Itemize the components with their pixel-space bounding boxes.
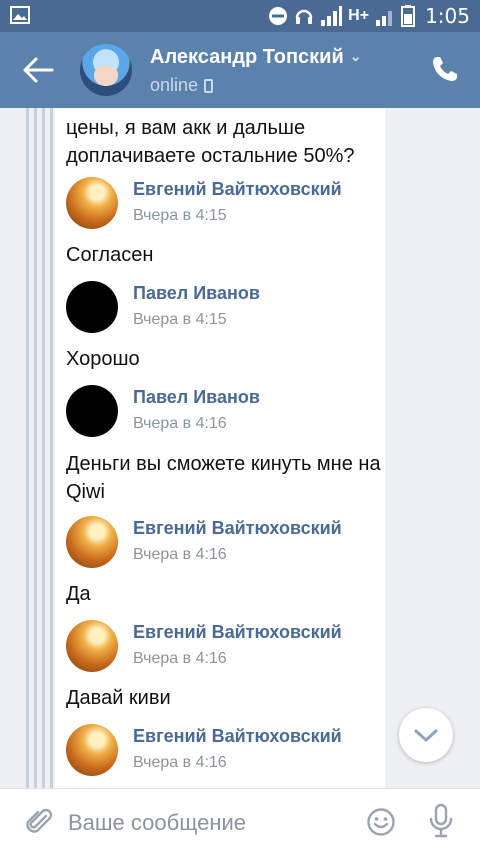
contact-status: online bbox=[150, 75, 199, 95]
message-author[interactable]: Евгений Вайтюховский Вчера в 4:16 bbox=[66, 620, 386, 680]
message-text: Да bbox=[66, 583, 91, 605]
message-time: Вчера в 4:16 bbox=[133, 546, 227, 563]
contact-avatar[interactable] bbox=[80, 44, 132, 96]
message-time: Вчера в 4:15 bbox=[133, 207, 227, 224]
contact-title[interactable]: Александр Топский ⌄ online bbox=[150, 46, 362, 96]
back-arrow-icon[interactable] bbox=[22, 56, 54, 84]
mobile-device-icon bbox=[204, 78, 214, 93]
message-input[interactable] bbox=[66, 803, 350, 843]
signal-icon bbox=[321, 6, 343, 26]
message-time: Вчера в 4:16 bbox=[133, 650, 227, 667]
chevron-down-icon bbox=[414, 729, 438, 742]
message-text: Давай киви bbox=[66, 687, 171, 709]
author-name[interactable]: Евгений Вайтюховский bbox=[133, 518, 342, 539]
message-text: Согласен bbox=[66, 244, 154, 266]
avatar[interactable] bbox=[66, 620, 118, 672]
chat-header: Александр Топский ⌄ online bbox=[0, 32, 480, 108]
phone-call-icon[interactable] bbox=[430, 54, 460, 84]
author-name[interactable]: Евгений Вайтюховский bbox=[133, 726, 342, 747]
network-type: H+ bbox=[348, 7, 370, 24]
message-author[interactable]: Евгений Вайтюховский Вчера в 4:15 bbox=[66, 177, 386, 237]
do-not-disturb-icon bbox=[269, 7, 288, 25]
author-name[interactable]: Евгений Вайтюховский bbox=[133, 622, 342, 643]
headset-icon bbox=[295, 9, 313, 24]
message-text: Хорошо bbox=[66, 348, 140, 370]
message-composer bbox=[0, 788, 480, 854]
author-name[interactable]: Евгений Вайтюховский bbox=[133, 179, 342, 200]
message-author[interactable]: Павел Иванов Вчера в 4:15 bbox=[66, 281, 386, 341]
forwarded-thread-lines bbox=[26, 108, 56, 788]
message-time: Вчера в 4:15 bbox=[133, 311, 227, 328]
avatar[interactable] bbox=[66, 385, 118, 437]
message-author[interactable]: Павел Иванов Вчера в 4:16 bbox=[66, 385, 386, 445]
status-bar: H+ 1:05 bbox=[0, 0, 480, 32]
message-time: Вчера в 4:16 bbox=[133, 415, 227, 432]
chevron-down-icon: ⌄ bbox=[349, 48, 362, 64]
battery-icon bbox=[401, 5, 416, 27]
clock: 1:05 bbox=[425, 4, 470, 28]
gallery-notification-icon bbox=[10, 6, 30, 24]
paperclip-icon[interactable] bbox=[24, 807, 54, 837]
message-author[interactable]: Евгений Вайтюховский Вчера в 4:16 bbox=[66, 724, 386, 784]
avatar[interactable] bbox=[66, 281, 118, 333]
author-name[interactable]: Павел Иванов bbox=[133, 387, 260, 408]
scroll-down-button[interactable] bbox=[399, 708, 453, 762]
microphone-icon[interactable] bbox=[428, 803, 454, 839]
avatar[interactable] bbox=[66, 177, 118, 229]
message-time: Вчера в 4:16 bbox=[133, 754, 227, 771]
message-list[interactable]: цены, я вам акк и дальше доплачиваете ос… bbox=[0, 108, 480, 788]
avatar[interactable] bbox=[66, 724, 118, 776]
emoji-icon[interactable] bbox=[366, 807, 396, 837]
signal-2-icon bbox=[376, 11, 393, 26]
message-author[interactable]: Евгений Вайтюховский Вчера в 4:16 bbox=[66, 516, 386, 576]
avatar[interactable] bbox=[66, 516, 118, 568]
message-text: Деньги вы сможете кинуть мне на Qiwi bbox=[66, 453, 381, 503]
author-name[interactable]: Павел Иванов bbox=[133, 283, 260, 304]
contact-name: Александр Топский bbox=[150, 46, 344, 68]
message-text: цены, я вам акк и дальше доплачиваете ос… bbox=[66, 117, 355, 167]
